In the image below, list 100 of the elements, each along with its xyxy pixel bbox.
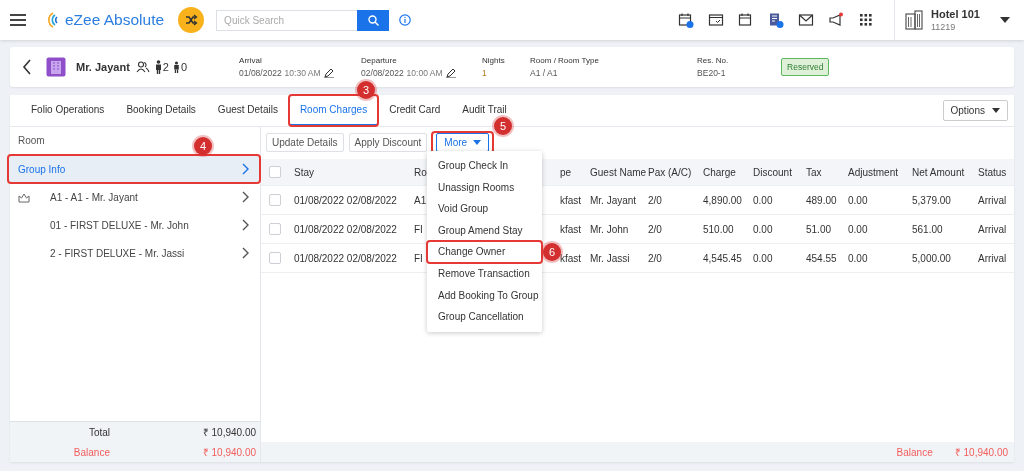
table-cell: Arrival [978, 194, 1007, 206]
table-cell: 2/0 [648, 194, 662, 206]
calendar-check-icon[interactable] [708, 12, 724, 28]
checkbox[interactable] [269, 223, 281, 235]
table-cell: 0.00 [753, 223, 773, 235]
total-label: Total [87, 426, 110, 438]
caret-icon [992, 108, 1000, 113]
tab[interactable]: Credit Card [378, 95, 452, 126]
balance-amount: ₹ 10,940.00 [201, 446, 257, 459]
tab[interactable]: Booking Details [115, 95, 207, 126]
table-cell: 0.00 [753, 252, 773, 264]
table-cell: Mr. Jayant [590, 194, 637, 206]
table-cell: 51.00 [806, 223, 832, 235]
column-header: Guest Name [590, 166, 647, 178]
menu-item[interactable]: Group Amend Stay [427, 219, 542, 242]
sidebar-item[interactable]: A1 - A1 - Mr. Jayant [10, 183, 260, 211]
table-cell: 01/08/2022 02/08/2022 [294, 252, 397, 264]
guests-icon [135, 61, 150, 73]
apps-grid-icon[interactable] [858, 12, 874, 28]
crown-icon [18, 191, 30, 203]
table-cell: A1 [414, 194, 427, 206]
table-cell: 5,000.00 [912, 252, 951, 264]
tab[interactable]: Folio Operations [20, 95, 116, 126]
options-button[interactable]: Options [942, 100, 1008, 121]
mail-icon[interactable] [798, 12, 814, 28]
shuffle-button[interactable] [178, 7, 205, 33]
field-value: 02/08/2022 [361, 68, 404, 78]
menu-item[interactable]: Unassign Rooms [427, 176, 542, 199]
hotel-icon [46, 57, 66, 77]
tab[interactable]: Room Charges [288, 95, 379, 126]
megaphone-icon[interactable] [828, 12, 844, 28]
search-button[interactable] [357, 9, 390, 31]
field-label: Departure [361, 56, 398, 65]
toolbar-button[interactable]: Apply Discount [348, 132, 428, 152]
column-header: Tax [806, 166, 822, 178]
balance-label: Balance [896, 446, 933, 458]
chevron-right-icon [241, 246, 250, 260]
balance-label: Balance [72, 446, 110, 458]
tab[interactable]: Guest Details [206, 95, 289, 126]
balance-amount: ₹ 10,940.00 [954, 446, 1008, 459]
calendar-add-icon[interactable] [678, 12, 694, 28]
table-cell: FI [414, 223, 423, 235]
total-amount: ₹ 10,940.00 [201, 426, 257, 439]
checkbox[interactable] [269, 194, 281, 206]
table-cell: 0.00 [848, 252, 868, 264]
menu-item[interactable]: Add Booking To Group [427, 284, 542, 307]
table-cell: Mr. Jassi [590, 252, 630, 264]
menu-icon[interactable] [10, 14, 26, 26]
child-count: 0 [180, 61, 188, 73]
sidebar-item[interactable]: 01 - FIRST DELUXE - Mr. John [10, 211, 260, 239]
edit-icon[interactable] [323, 68, 334, 78]
table-cell: Mr. John [590, 223, 629, 235]
table-cell: kfast [560, 194, 582, 206]
table-cell: 01/08/2022 02/08/2022 [294, 194, 397, 206]
table-cell: 4,890.00 [703, 194, 742, 206]
guest-name: Mr. Jayant [76, 61, 130, 73]
invoice-icon[interactable] [768, 12, 784, 28]
menu-item[interactable]: Remove Transaction [427, 262, 542, 285]
table-cell: 510.00 [703, 223, 734, 235]
table-cell: 0.00 [848, 194, 868, 206]
table-cell: 4,545.45 [703, 252, 742, 264]
table-cell: kfast [560, 223, 582, 235]
search-icon [367, 14, 379, 26]
child-icon [172, 61, 180, 73]
menu-item[interactable]: Change Owner [427, 241, 542, 263]
table-cell: 0.00 [753, 194, 773, 206]
edit-icon[interactable] [445, 68, 456, 78]
hotel-code: 11219 [931, 22, 957, 32]
table-cell: 2/0 [648, 252, 662, 264]
back-icon[interactable] [22, 59, 32, 75]
field-label: Room / Room Type [530, 56, 600, 65]
menu-item[interactable]: Group Cancellation [427, 306, 542, 328]
search-field[interactable]: Quick Search [216, 9, 358, 31]
table-cell: 454.55 [806, 252, 837, 264]
field-label: Nights [482, 56, 506, 65]
field-value: 1 [482, 68, 487, 78]
table-cell: Arrival [978, 252, 1007, 264]
toolbar-button[interactable]: Update Details [266, 132, 344, 152]
checkbox[interactable] [269, 252, 281, 264]
column-header: Stay [294, 166, 314, 178]
section-heading: Room [18, 134, 45, 148]
status-badge: Reserved [781, 58, 830, 76]
caret-icon[interactable] [1000, 17, 1010, 23]
sidebar-item[interactable]: Group Info [8, 155, 260, 183]
info-icon[interactable] [399, 14, 412, 26]
hotel-name: Hotel 101 [931, 8, 981, 20]
menu-item[interactable]: Group Check In [427, 155, 542, 177]
chevron-right-icon [241, 190, 250, 204]
table-cell: kfast [560, 252, 582, 264]
column-header: Ro [414, 166, 427, 178]
menu-item[interactable]: Void Group [427, 198, 542, 220]
field-value: 01/08/2022 [239, 68, 282, 78]
table-cell: 561.00 [912, 223, 943, 235]
checkbox[interactable] [269, 166, 281, 178]
column-header: Adjustment [848, 166, 899, 178]
sidebar-item[interactable]: 2 - FIRST DELUXE - Mr. Jassi [10, 239, 260, 267]
chevron-right-icon [241, 218, 250, 232]
more-dropdown-button[interactable]: More [436, 132, 490, 152]
calendar-icon[interactable] [738, 12, 754, 28]
field-label: Arrival [239, 56, 263, 65]
